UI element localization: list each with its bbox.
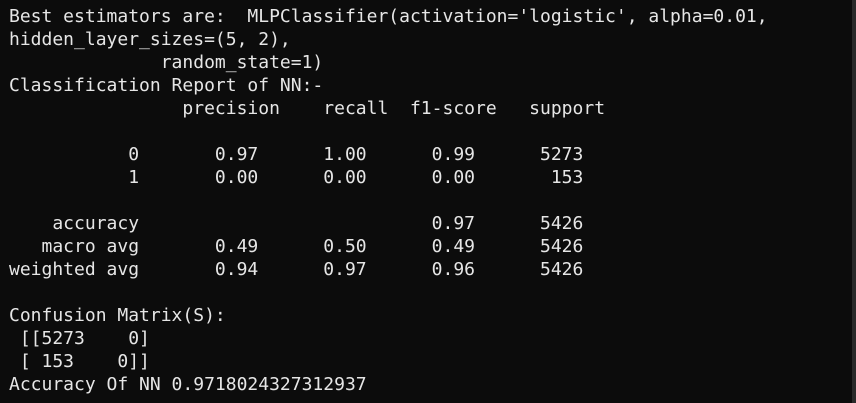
scrollbar-thumb[interactable]	[852, 0, 856, 403]
confusion-matrix-title: Confusion Matrix(S):	[9, 305, 226, 326]
confusion-matrix-row-0: [[5273 0]	[9, 328, 150, 349]
classification-report-title: Classification Report of NN:-	[9, 75, 324, 96]
hidden-layer-sizes-line: hidden_layer_sizes=(5, 2),	[9, 29, 291, 50]
confusion-matrix-row-1: [ 153 0]]	[9, 351, 150, 372]
report-row-class-0: 0 0.97 1.00 0.99 5273	[9, 144, 584, 165]
report-row-macro-avg: macro avg 0.49 0.50 0.49 5426	[9, 236, 584, 257]
report-row-class-1: 1 0.00 0.00 0.00 153	[9, 167, 584, 188]
random-state-line: random_state=1)	[9, 52, 324, 73]
report-header-row: precision recall f1-score support	[9, 98, 606, 119]
accuracy-line: Accuracy Of NN 0.9718024327312937	[9, 374, 367, 395]
report-row-weighted-avg: weighted avg 0.94 0.97 0.96 5426	[9, 259, 584, 280]
report-row-accuracy: accuracy 0.97 5426	[9, 213, 584, 234]
best-estimator-line: Best estimators are: MLPClassifier(activ…	[9, 6, 768, 27]
scrollbar[interactable]	[852, 0, 856, 403]
terminal-output[interactable]: Best estimators are: MLPClassifier(activ…	[0, 0, 856, 403]
